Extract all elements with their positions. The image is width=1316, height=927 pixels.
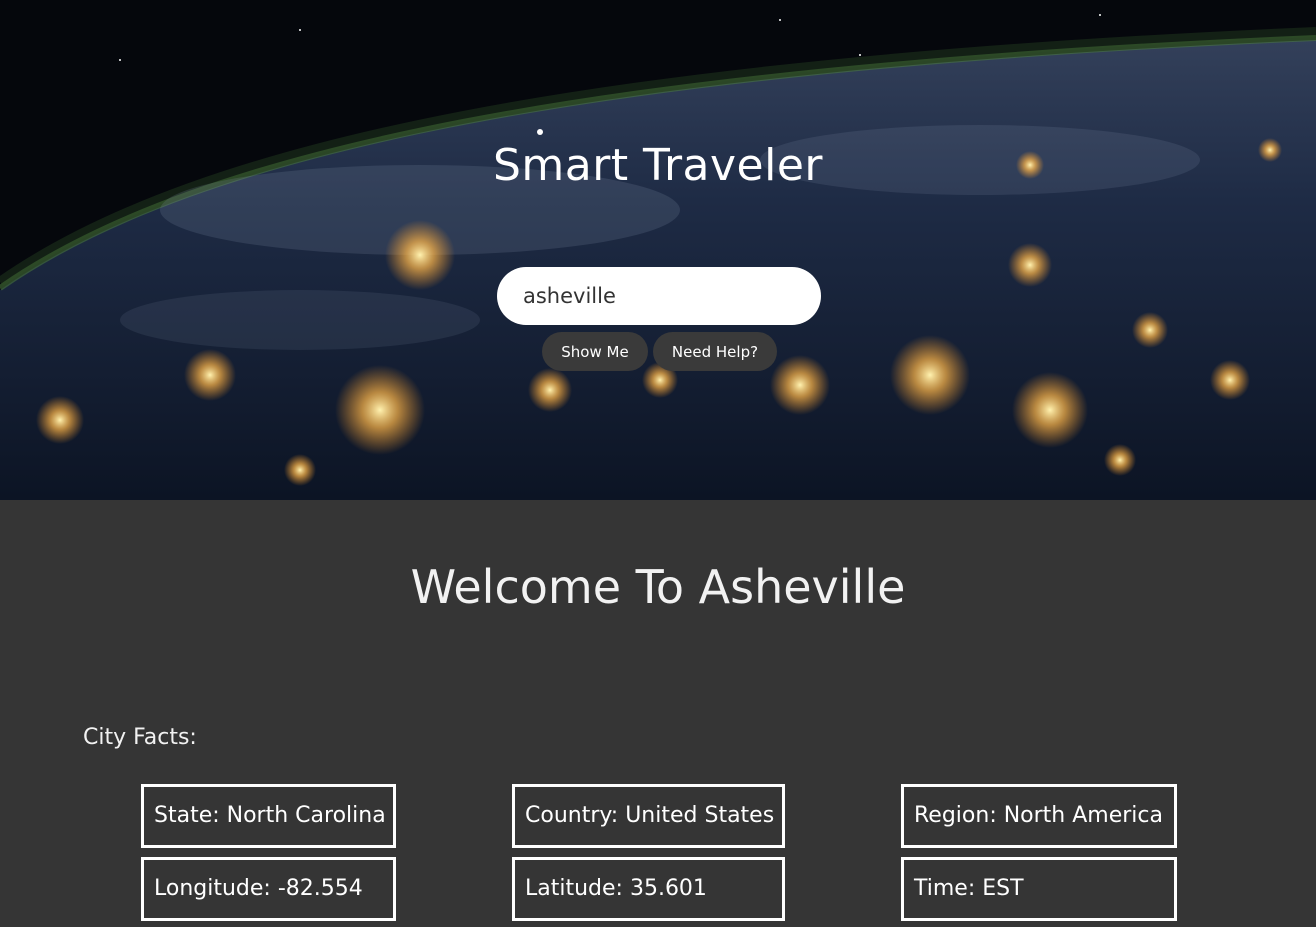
city-facts-label: City Facts: [83, 725, 197, 750]
city-info-section: Welcome To Asheville City Facts: State: … [0, 500, 1316, 927]
fact-region: Region: North America [901, 784, 1177, 848]
show-me-button[interactable]: Show Me [542, 332, 648, 371]
app-title: Smart Traveler [492, 140, 824, 191]
fact-latitude: Latitude: 35.601 [512, 857, 785, 921]
fact-time: Time: EST [901, 857, 1177, 921]
hero-banner: Smart Traveler Show Me Need Help? [0, 0, 1316, 500]
fact-country: Country: United States [512, 784, 785, 848]
welcome-heading: Welcome To Asheville [410, 560, 906, 614]
earth-night-image [0, 0, 1316, 500]
fact-longitude: Longitude: -82.554 [141, 857, 396, 921]
need-help-button[interactable]: Need Help? [653, 332, 777, 371]
fact-state: State: North Carolina [141, 784, 396, 848]
city-search-input[interactable] [497, 267, 821, 325]
